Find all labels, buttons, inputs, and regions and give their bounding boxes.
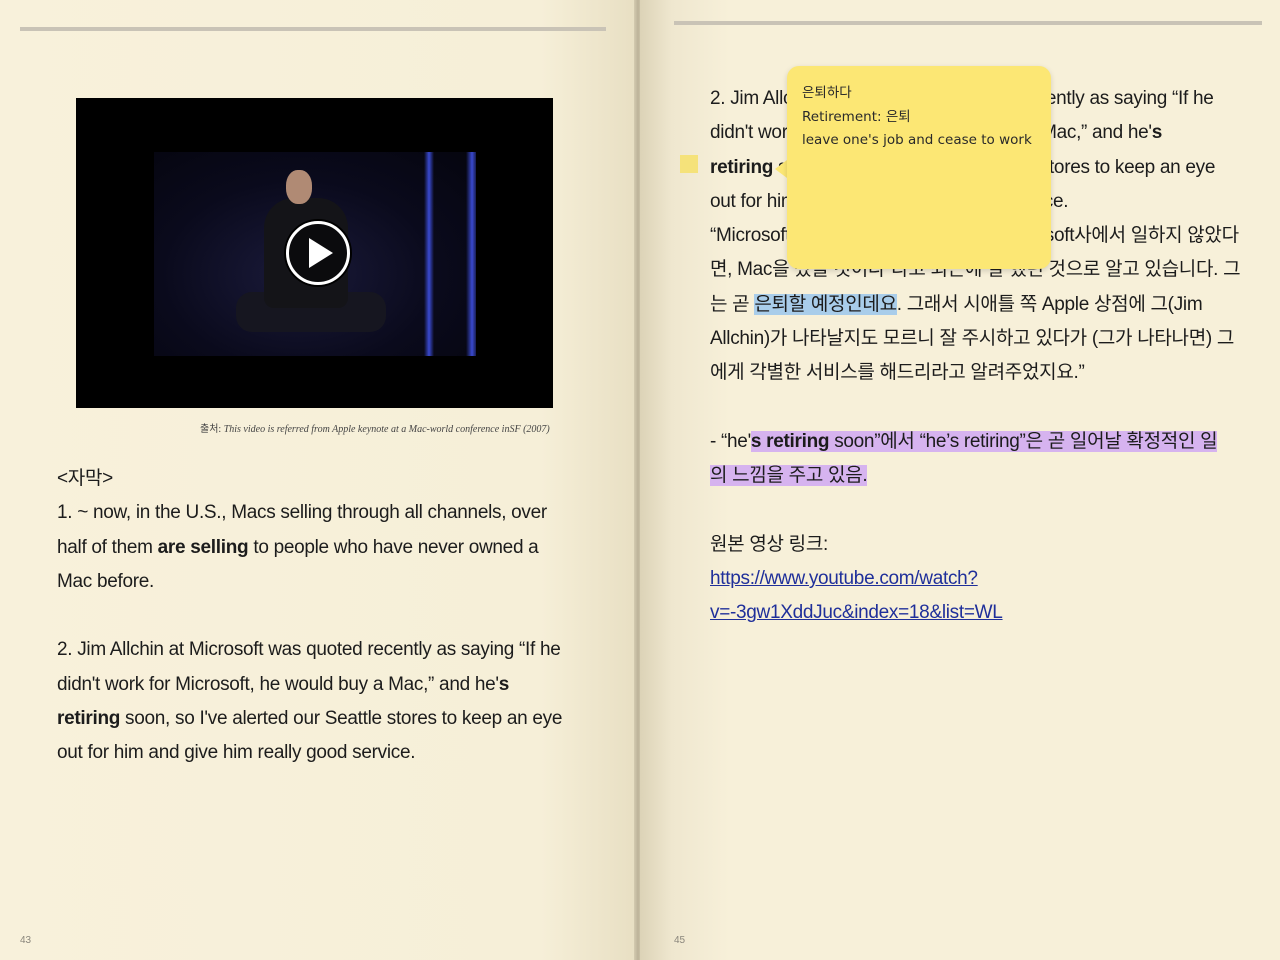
popup-word: 은퇴하다	[802, 85, 852, 101]
subtitles-block: <자막> 1. ~ now, in the U.S., Macs selling…	[57, 462, 597, 771]
video-caption: 출처: This video is referred from Apple ke…	[200, 420, 550, 435]
page-number: 43	[20, 935, 32, 946]
caption-text: This video is referred from Apple keynot…	[223, 424, 550, 435]
highlighted-word[interactable]: retiring	[710, 157, 773, 178]
top-rule	[20, 27, 606, 31]
r-line8: Allchin)가 나타날지도 모르니 잘 주시하고 있다가 (그가 나타나면)…	[710, 328, 1235, 350]
item1-line1: 1. ~ now, in the U.S., Macs selling thro…	[57, 502, 547, 524]
popup-pointer	[775, 160, 787, 178]
subtitle-heading: <자막>	[57, 468, 113, 489]
video-link-line1[interactable]: https://www.youtube.com/watch?	[710, 562, 1250, 596]
purple-highlight[interactable]: 의 느낌을 주고 있음.	[710, 465, 868, 487]
stage-light	[424, 152, 434, 356]
left-page: 출처: This video is referred from Apple ke…	[0, 0, 636, 960]
note-marker-icon[interactable]	[680, 155, 698, 173]
r-line7: 는 곧 은퇴할 예정인데요. 그래서 시애틀 쪽 Apple 상점에 그(Jim	[710, 293, 1203, 315]
play-icon[interactable]	[286, 221, 350, 285]
caption-prefix: 출처:	[200, 424, 222, 435]
popup-definition: Retirement: 은퇴	[802, 108, 911, 125]
video-link-line2[interactable]: v=-3gw1XddJuc&index=18&list=WL	[710, 596, 1250, 630]
item2-line1: 2. Jim Allchin at Microsoft was quoted r…	[57, 639, 561, 661]
presenter-figure	[286, 170, 312, 204]
stage-light	[466, 152, 476, 356]
link-label: 원본 영상 링크:	[710, 533, 829, 555]
book-spread: 출처: This video is referred from Apple ke…	[0, 0, 1280, 960]
video-player[interactable]	[76, 98, 553, 408]
item1-line3: Mac before.	[57, 570, 155, 592]
item2-line4: out for him and give him really good ser…	[57, 742, 416, 764]
item1-line2: half of them are selling to people who h…	[57, 536, 539, 558]
note-line1: - “he's retiring soon”에서 “he’s retiring”…	[710, 430, 1218, 452]
r-line9: 에게 각별한 서비스를 해드리라고 알려주었지요.”	[710, 362, 1085, 384]
page-number: 45	[674, 935, 686, 946]
play-triangle	[309, 238, 333, 268]
dictionary-popup[interactable]: 은퇴하다 Retirement: 은퇴 leave one's job and …	[787, 66, 1051, 269]
blue-highlight[interactable]: 은퇴할 예정인데요	[754, 293, 897, 315]
note-line2: 의 느낌을 주고 있음.	[710, 459, 1250, 493]
item2-line3: retiring soon, so I've alerted our Seatt…	[57, 708, 563, 730]
popup-meaning: leave one's job and cease to work	[802, 132, 1032, 148]
top-rule	[674, 21, 1262, 25]
item2-line2: didn't work for Microsoft, he would buy …	[57, 673, 509, 695]
purple-highlight[interactable]: s retiring soon”에서 “he’s retiring”은 곧 일어…	[750, 430, 1218, 452]
